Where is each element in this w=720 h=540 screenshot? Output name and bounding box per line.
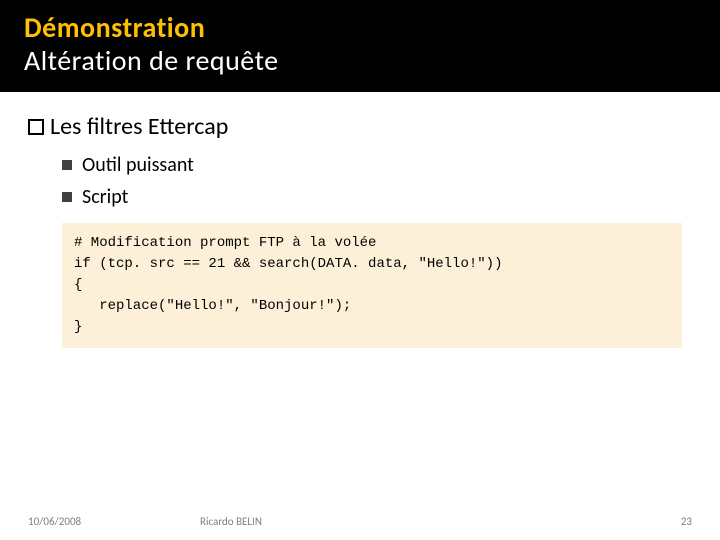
title-bar: Démonstration Altération de requête	[0, 0, 720, 92]
footer-author: Ricardo BELIN	[200, 515, 262, 528]
footer: 10/06/2008 Ricardo BELIN 23	[0, 515, 720, 528]
heading-text: Les filtres Ettercap	[50, 112, 228, 141]
solid-square-icon	[62, 160, 72, 170]
square-bullet-icon	[28, 119, 44, 135]
footer-page: 23	[681, 515, 692, 528]
list-item-label: Script	[82, 185, 128, 209]
content-area: Les filtres Ettercap Outil puissant Scri…	[0, 92, 720, 348]
list-item: Outil puissant	[62, 153, 692, 177]
heading-row: Les filtres Ettercap	[28, 112, 692, 141]
solid-square-icon	[62, 192, 72, 202]
code-block: # Modification prompt FTP à la volée if …	[62, 223, 682, 348]
title-line1: Démonstration	[24, 10, 696, 45]
title-line2: Altération de requête	[24, 43, 696, 78]
footer-date: 10/06/2008	[28, 515, 81, 528]
list-item-label: Outil puissant	[82, 153, 194, 177]
sub-list: Outil puissant Script	[62, 153, 692, 209]
slide: Démonstration Altération de requête Les …	[0, 0, 720, 540]
list-item: Script	[62, 185, 692, 209]
